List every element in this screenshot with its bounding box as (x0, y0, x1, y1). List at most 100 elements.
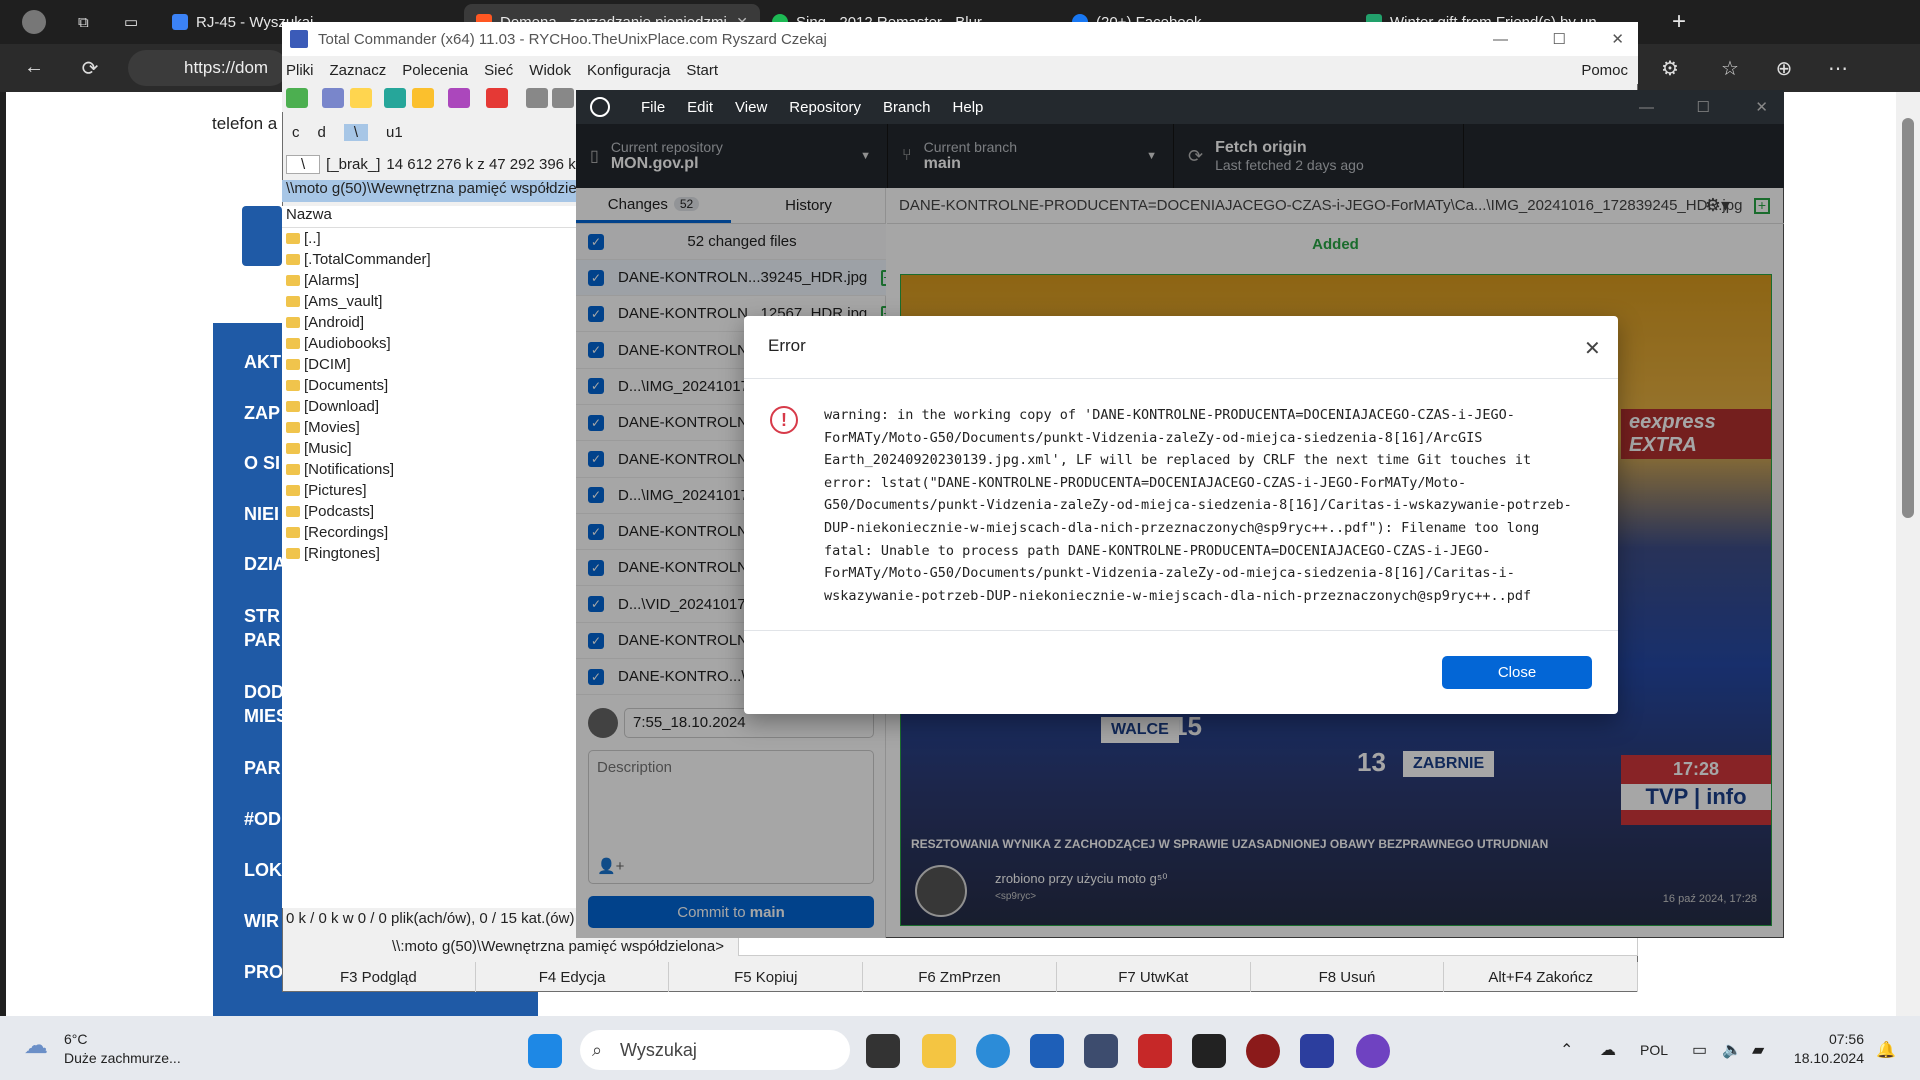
workspaces-icon[interactable]: ⧉ (66, 4, 106, 40)
terminal-icon[interactable] (1192, 1034, 1226, 1068)
dialog-close-icon[interactable]: ✕ (1584, 336, 1601, 361)
web-nav-item[interactable]: AKT (244, 352, 281, 373)
list-item[interactable]: [Movies] (282, 417, 582, 438)
taskbar-search[interactable]: ⌕ Wyszukaj (580, 1030, 850, 1070)
list-item[interactable]: [..] (282, 228, 582, 249)
list-item[interactable]: [Ringtones] (282, 543, 582, 564)
maximize-icon[interactable]: ☐ (1697, 98, 1710, 116)
list-item[interactable]: [Audiobooks] (282, 333, 582, 354)
tab-actions-icon[interactable]: ▭ (112, 4, 152, 40)
close-icon[interactable]: ✕ (1755, 98, 1768, 116)
drive-network[interactable]: \ (343, 123, 369, 141)
maximize-icon[interactable]: ☐ (1553, 30, 1566, 48)
compare-icon[interactable] (448, 88, 470, 108)
tc-menu-konfiguracja[interactable]: Konfiguracja (587, 62, 670, 79)
f3-button[interactable]: F3 Podgląd (282, 962, 476, 992)
list-item[interactable]: [Pictures] (282, 480, 582, 501)
web-nav-item[interactable]: WIR (244, 911, 279, 932)
tc-menu-siec[interactable]: Sieć (484, 62, 513, 79)
list-item[interactable]: [Download] (282, 396, 582, 417)
list-item[interactable]: [Notifications] (282, 459, 582, 480)
minimize-icon[interactable]: — (1493, 31, 1508, 48)
web-nav-item[interactable]: STR (244, 606, 280, 627)
battery-icon[interactable]: ▰ (1752, 1040, 1764, 1060)
web-nav-item[interactable]: #OD (244, 809, 281, 830)
display-icon[interactable]: ▭ (1692, 1040, 1707, 1060)
address-bar[interactable]: https://dom (128, 50, 288, 86)
list-item[interactable]: [Ams_vault] (282, 291, 582, 312)
view-icon[interactable] (322, 88, 344, 108)
tc-menu-start[interactable]: Start (686, 62, 718, 79)
tc-menu-zaznacz[interactable]: Zaznacz (330, 62, 387, 79)
tc-menu-widok[interactable]: Widok (529, 62, 571, 79)
web-nav-item[interactable]: PAR (244, 630, 281, 651)
volume-icon[interactable]: 🔈 (1722, 1040, 1742, 1060)
arrow-left-icon[interactable] (526, 88, 548, 108)
tray-chevron-icon[interactable]: ⌃ (1560, 1040, 1573, 1060)
collections-icon[interactable]: ⊕ (1770, 56, 1798, 81)
tree-icon[interactable] (350, 88, 372, 108)
f4-button[interactable]: F4 Edycja (476, 962, 670, 992)
web-nav-item[interactable]: ZAP (244, 403, 280, 424)
network-icon[interactable]: ☁ (1600, 1040, 1616, 1060)
weather-widget[interactable]: ☁ 6°C Duże zachmurze... (24, 1030, 181, 1068)
tc-column-header[interactable]: Nazwa (282, 206, 582, 228)
web-nav-item[interactable]: LOK (244, 860, 282, 881)
thumbnail-icon[interactable] (384, 88, 406, 108)
list-item[interactable]: [Alarms] (282, 270, 582, 291)
store-icon[interactable] (1030, 1034, 1064, 1068)
drive-select[interactable]: \ (286, 154, 321, 174)
arrow-right-icon[interactable] (552, 88, 574, 108)
gh-menu-view[interactable]: View (724, 99, 778, 116)
more-icon[interactable]: ⋯ (1824, 56, 1852, 81)
list-item[interactable]: [Documents] (282, 375, 582, 396)
app-icon[interactable] (1138, 1034, 1172, 1068)
list-item[interactable]: [DCIM] (282, 354, 582, 375)
f5-button[interactable]: F5 Kopiuj (669, 962, 864, 992)
close-icon[interactable]: ✕ (1611, 30, 1624, 48)
web-nav-item[interactable]: PAR (244, 758, 281, 779)
list-item[interactable]: [Recordings] (282, 522, 582, 543)
refresh-icon[interactable] (286, 88, 308, 108)
web-nav-item[interactable]: NIEI (244, 504, 279, 525)
web-nav-item[interactable]: DZIA (244, 554, 286, 575)
github-desktop-icon[interactable] (1356, 1034, 1390, 1068)
web-nav-item[interactable]: O SI (244, 453, 280, 474)
gh-menu-repository[interactable]: Repository (778, 99, 872, 116)
file-explorer-icon[interactable] (922, 1034, 956, 1068)
task-view-icon[interactable] (866, 1034, 900, 1068)
virtualbox-icon[interactable] (1084, 1034, 1118, 1068)
config-icon[interactable] (486, 88, 508, 108)
profile-avatar[interactable] (10, 4, 66, 40)
tc-menu-pomoc[interactable]: Pomoc (1581, 62, 1628, 79)
web-nav-item[interactable]: PRO (244, 962, 283, 983)
f8-button[interactable]: F8 Usuń (1251, 962, 1445, 992)
list-item[interactable]: [Music] (282, 438, 582, 459)
list-item[interactable]: [.TotalCommander] (282, 249, 582, 270)
clock[interactable]: 07:56 18.10.2024 (1772, 1030, 1864, 1068)
web-nav-item[interactable]: DOD (244, 682, 284, 703)
tc-current-path[interactable]: \\moto g(50)\Wewnętrzna pamięć współdzie… (282, 180, 582, 202)
extensions-icon[interactable]: ⚙ (1656, 56, 1684, 81)
total-commander-icon[interactable] (1300, 1034, 1334, 1068)
new-tab-button[interactable]: + (1660, 4, 1700, 40)
list-item[interactable]: [Android] (282, 312, 582, 333)
drive-d[interactable]: d (318, 124, 326, 141)
close-button[interactable]: Close (1442, 656, 1592, 689)
list-item[interactable]: [Podcasts] (282, 501, 582, 522)
start-icon[interactable] (528, 1034, 562, 1068)
edge-icon[interactable] (976, 1034, 1010, 1068)
tc-menu-polecenia[interactable]: Polecenia (402, 62, 468, 79)
scrollbar-thumb[interactable] (1902, 118, 1914, 518)
refresh-icon[interactable]: ⟳ (76, 56, 104, 81)
drive-u1[interactable]: u1 (386, 124, 403, 141)
app-d-icon[interactable] (1246, 1034, 1280, 1068)
archive-icon[interactable] (412, 88, 434, 108)
altf4-button[interactable]: Alt+F4 Zakończ (1444, 962, 1639, 992)
tc-cmd-input[interactable] (738, 936, 1638, 956)
gh-menu-help[interactable]: Help (942, 99, 995, 116)
gh-menu-branch[interactable]: Branch (872, 99, 942, 116)
notification-icon[interactable]: 🔔 (1876, 1040, 1896, 1060)
f7-button[interactable]: F7 UtwKat (1057, 962, 1251, 992)
minimize-icon[interactable]: — (1639, 99, 1654, 116)
